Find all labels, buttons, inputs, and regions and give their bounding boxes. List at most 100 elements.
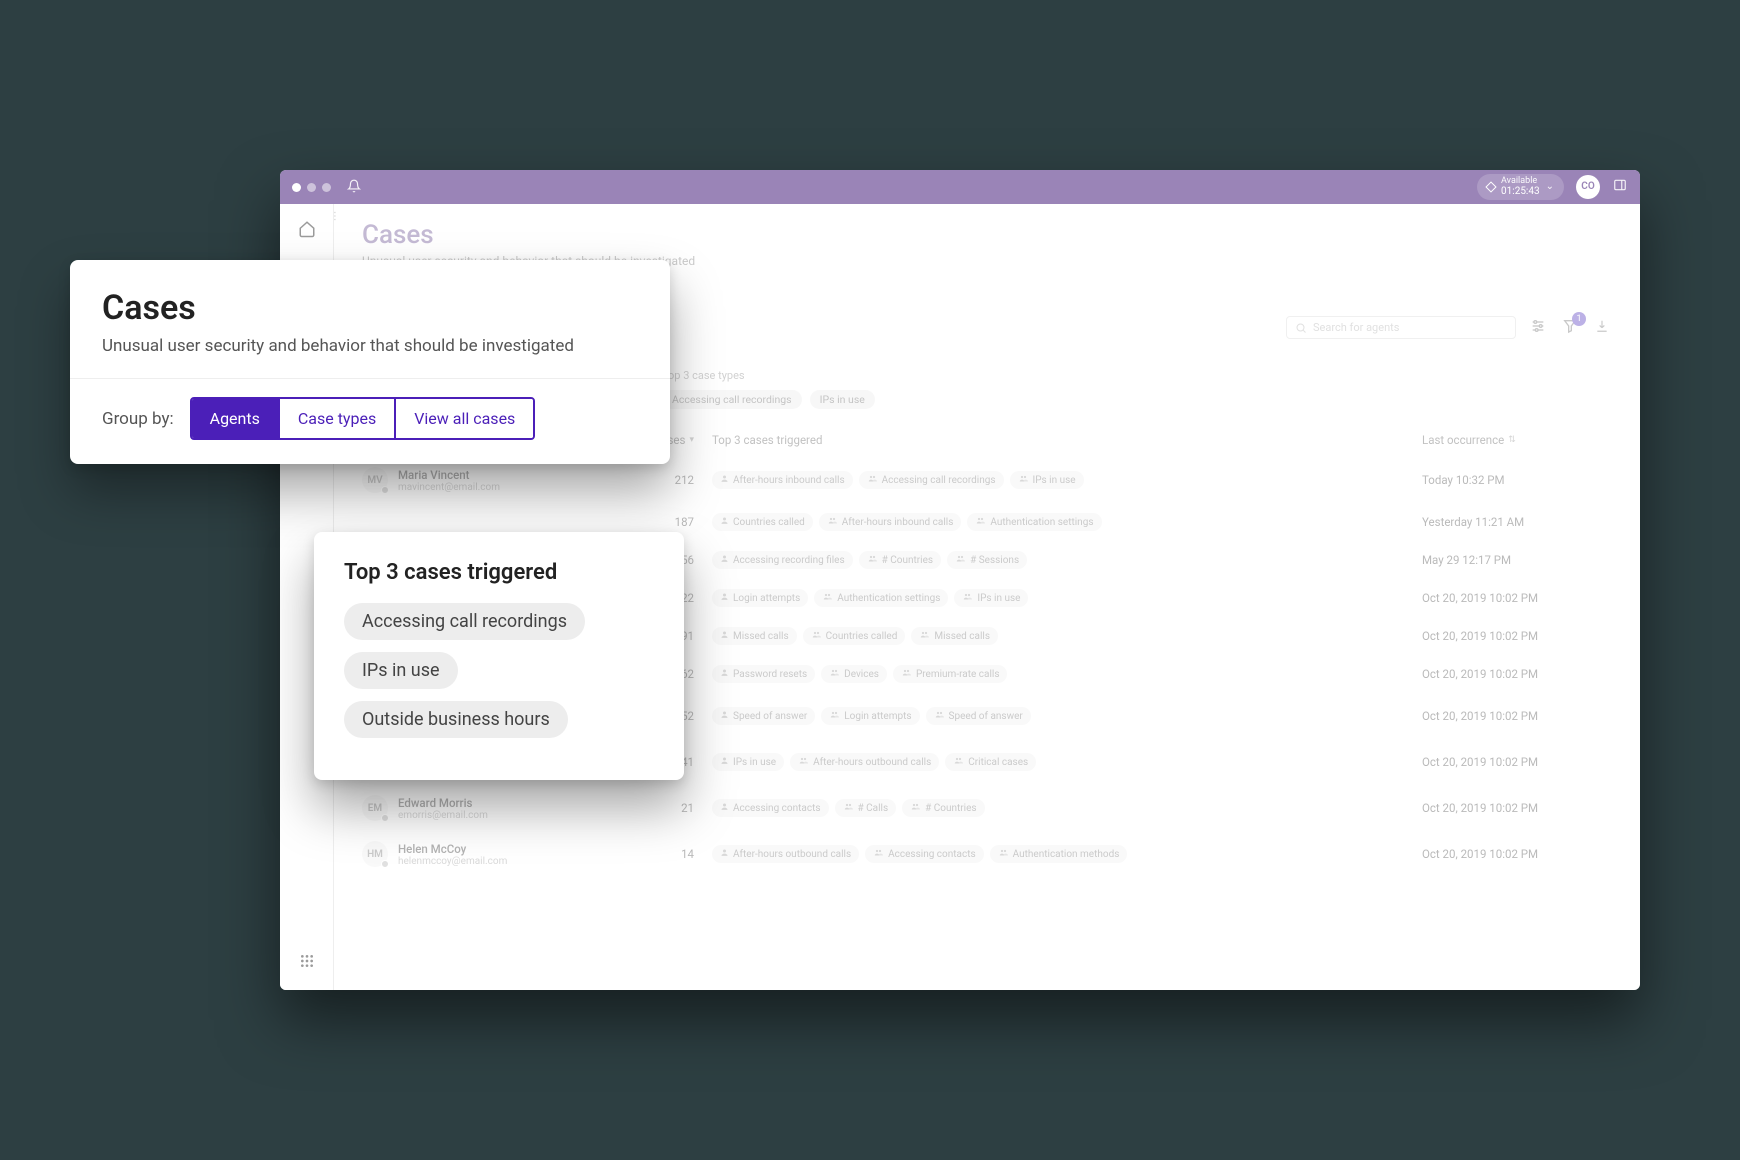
group-icon (910, 802, 921, 814)
last-occurrence: Oct 20, 2019 10:02 PM (1422, 709, 1612, 723)
download-icon[interactable] (1592, 318, 1612, 337)
titlebar: Available 01:25:43 ⌄ CO (280, 170, 1640, 204)
case-tag[interactable]: IPs in use (1010, 471, 1084, 489)
last-occurrence: May 29 12:17 PM (1422, 553, 1612, 567)
case-tag[interactable]: IPs in use (954, 589, 1028, 607)
person-icon (720, 516, 729, 528)
top3-chip[interactable]: Accessing call recordings (662, 390, 802, 409)
bell-icon[interactable] (347, 178, 361, 197)
person-icon (720, 848, 729, 860)
group-icon (829, 668, 840, 680)
case-tag[interactable]: IPs in use (712, 753, 784, 771)
case-tag[interactable]: # Countries (859, 551, 941, 569)
group-icon (919, 630, 930, 642)
agent-name: Helen McCoy (398, 842, 507, 856)
case-tag[interactable]: Accessing contacts (865, 845, 984, 863)
case-tag[interactable]: Missed calls (911, 627, 998, 645)
case-tag[interactable]: Accessing contacts (712, 799, 829, 817)
popout-header-card: Cases Unusual user security and behavior… (70, 260, 670, 464)
case-tag[interactable]: # Calls (835, 799, 897, 817)
agent-email: mavincent@email.com (398, 482, 500, 493)
case-tag[interactable]: Countries called (712, 513, 813, 531)
groupby-label: Group by: (102, 409, 174, 429)
filter-icon[interactable]: 1 (1560, 318, 1580, 338)
last-occurrence: Today 10:32 PM (1422, 473, 1612, 487)
apps-grid-icon[interactable] (296, 950, 318, 972)
case-tag[interactable]: Critical cases (945, 753, 1036, 771)
last-occurrence: Oct 20, 2019 10:02 PM (1422, 847, 1612, 861)
case-chip[interactable]: IPs in use (344, 652, 458, 689)
case-tag[interactable]: Speed of answer (926, 707, 1031, 725)
home-icon[interactable] (296, 218, 318, 240)
case-tag[interactable]: Accessing recording files (712, 551, 853, 569)
traffic-dot[interactable] (307, 183, 316, 192)
case-tag[interactable]: Countries called (803, 627, 906, 645)
group-icon (1018, 474, 1029, 486)
group-icon (867, 474, 878, 486)
case-chip[interactable]: Accessing call recordings (344, 603, 585, 640)
group-icon (827, 516, 838, 528)
case-tag[interactable]: # Sessions (947, 551, 1027, 569)
presence-status[interactable]: Available 01:25:43 ⌄ (1477, 174, 1564, 201)
sort-icon: ⇅ (1508, 435, 1516, 445)
popout-tags-card: Top 3 cases triggered Accessing call rec… (314, 532, 684, 780)
agent-avatar: EM (362, 795, 388, 821)
person-icon (720, 592, 729, 604)
group-icon (843, 802, 854, 814)
case-tag[interactable]: Authentication settings (814, 589, 948, 607)
case-tag[interactable]: Accessing call recordings (859, 471, 1004, 489)
seg-view-all[interactable]: View all cases (396, 399, 533, 438)
page-title: Cases (362, 220, 1612, 250)
case-tag[interactable]: Password resets (712, 665, 815, 683)
col-last[interactable]: Last occurrence⇅ (1422, 433, 1612, 447)
traffic-dot[interactable] (292, 183, 301, 192)
case-tag[interactable]: Missed calls (712, 627, 797, 645)
case-tag[interactable]: Premium-rate calls (893, 665, 1008, 683)
divider (70, 378, 670, 379)
case-tag[interactable]: Login attempts (712, 589, 808, 607)
last-occurrence: Yesterday 11:21 AM (1422, 515, 1612, 529)
group-icon (953, 756, 964, 768)
search-input[interactable]: Search for agents (1286, 316, 1516, 339)
top3-chip[interactable]: IPs in use (810, 390, 875, 409)
groupby-segmented: Agents Case types View all cases (190, 397, 536, 440)
case-tag[interactable]: Authentication methods (990, 845, 1128, 863)
collapse-icon[interactable] (334, 208, 338, 227)
case-count: 212 (632, 473, 712, 487)
table-row[interactable]: EMEdward Morrisemorris@email.com21Access… (362, 785, 1612, 831)
seg-agents[interactable]: Agents (192, 399, 280, 438)
traffic-dot[interactable] (322, 183, 331, 192)
table-row[interactable]: HMHelen McCoyhelenmccoy@email.com14After… (362, 831, 1612, 877)
case-chip[interactable]: Outside business hours (344, 701, 568, 738)
seg-case-types[interactable]: Case types (280, 399, 396, 438)
panel-toggle-icon[interactable] (1612, 178, 1628, 196)
case-tag[interactable]: After-hours outbound calls (712, 845, 859, 863)
status-time: 01:25:43 (1501, 186, 1540, 197)
top3-label: Top 3 case types (662, 369, 1612, 382)
case-tag[interactable]: # Countries (902, 799, 984, 817)
col-top3[interactable]: Top 3 cases triggered (712, 433, 1422, 447)
person-icon (720, 630, 729, 642)
traffic-lights (292, 183, 331, 192)
search-icon (1295, 322, 1307, 334)
group-icon (822, 592, 833, 604)
agent-email: emorris@email.com (398, 810, 488, 821)
person-icon (720, 474, 729, 486)
case-tag[interactable]: Devices (821, 665, 887, 683)
group-icon (873, 848, 884, 860)
status-label: Available (1501, 177, 1540, 187)
popout-tags-title: Top 3 cases triggered (344, 560, 654, 585)
case-tag[interactable]: After-hours outbound calls (790, 753, 939, 771)
group-icon (934, 710, 945, 722)
case-tag[interactable]: Login attempts (821, 707, 919, 725)
agent-avatar: HM (362, 841, 388, 867)
case-tag[interactable]: Speed of answer (712, 707, 815, 725)
sliders-icon[interactable] (1528, 318, 1548, 338)
case-tag[interactable]: Authentication settings (967, 513, 1101, 531)
case-tag[interactable]: After-hours inbound calls (819, 513, 962, 531)
case-tag[interactable]: After-hours inbound calls (712, 471, 853, 489)
person-icon (720, 802, 729, 814)
last-occurrence: Oct 20, 2019 10:02 PM (1422, 801, 1612, 815)
user-avatar[interactable]: CO (1576, 175, 1600, 199)
sort-icon: ▾ (689, 435, 694, 445)
